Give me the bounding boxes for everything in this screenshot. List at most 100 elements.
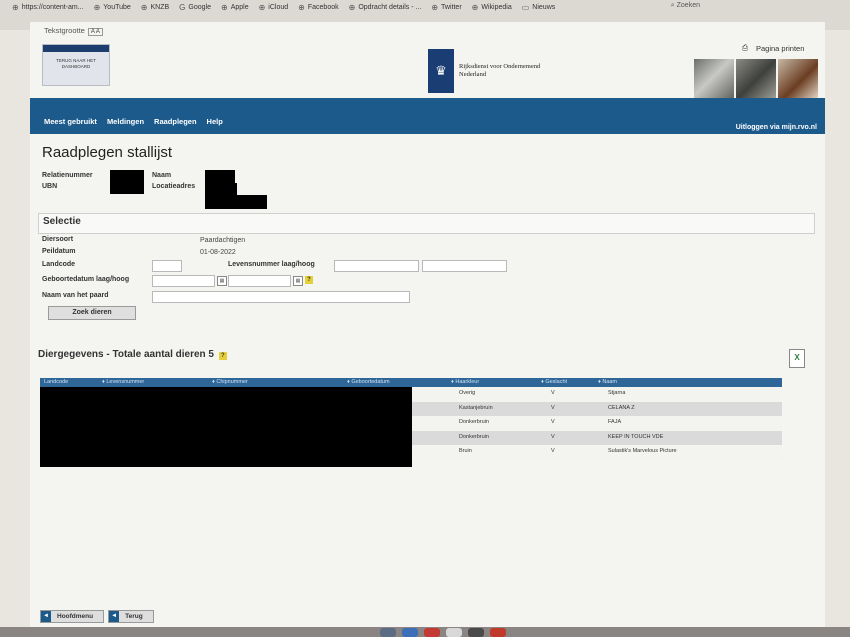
cell-geslacht: V <box>551 419 555 425</box>
locatieadres-label: Locatieadres <box>152 183 196 190</box>
print-page-link[interactable]: ⎙ Pagina printen <box>742 43 804 53</box>
globe-icon: ⊕ <box>298 3 305 12</box>
geboortedatum-high-input[interactable] <box>228 275 291 287</box>
geboortedatum-label: Geboortedatum laag/hoog <box>42 276 130 283</box>
bookmark-item[interactable]: ⊕ https://content-am... <box>12 3 84 12</box>
page-title: Raadplegen stallijst <box>42 144 173 161</box>
bookmark-item[interactable]: ▭ Nieuws <box>522 3 556 12</box>
bookmark-item[interactable]: ⊕ Wikipedia <box>472 3 512 12</box>
header-photo <box>778 59 818 101</box>
redacted-block <box>110 170 144 194</box>
logout-link[interactable]: Uitloggen via mijn.rvo.nl <box>736 124 817 131</box>
bookmark-item[interactable]: ⊕ KNZB <box>141 3 169 12</box>
rvo-logo: ♛ Rijksdienst voor Ondernemend Nederland <box>428 49 540 93</box>
nav-item-meldingen[interactable]: Meldingen <box>107 117 144 126</box>
diergegevens-section-header: Diergegevens - Totale aantal dieren 5 ? … <box>38 343 813 369</box>
landcode-label: Landcode <box>42 261 76 268</box>
table-header: Landcode ♦ Levensnummer ♦ Chipnummer ♦ G… <box>40 378 782 387</box>
cell-naam: FAJA <box>608 419 622 425</box>
nav-item-raadplegen[interactable]: Raadplegen <box>154 117 197 126</box>
back-to-dashboard-button[interactable]: TERUG NAAR HET DASHBOARD <box>42 44 110 86</box>
column-header-chipnummer[interactable]: ♦ Chipnummer <box>212 378 248 387</box>
relatienummer-label: Relatienummer <box>42 172 93 179</box>
main-nav: Meest gebruikt Meldingen Raadplegen Help… <box>30 98 825 134</box>
screenshot-root: ⊕ https://content-am... ⊕ YouTube ⊕ KNZB GG… <box>0 0 850 637</box>
bookmark-item[interactable]: ⊕ Twitter <box>431 3 461 12</box>
geboortedatum-low-input[interactable] <box>152 275 215 287</box>
cell-geslacht: V <box>551 448 555 454</box>
naam-paard-label: Naam van het paard <box>42 292 109 299</box>
redacted-block <box>205 195 267 209</box>
dock-icons <box>380 628 506 637</box>
diersoort-label: Diersoort <box>42 236 74 243</box>
logo-text: Rijksdienst voor Ondernemend Nederland <box>459 62 541 78</box>
cell-naam: CELANA Z <box>608 404 635 411</box>
globe-icon: ⊕ <box>93 3 101 12</box>
redacted-block <box>205 183 237 195</box>
cell-naam: KEEP IN TOUCH VDE <box>608 433 664 440</box>
help-icon[interactable]: ? <box>218 352 227 360</box>
calendar-icon[interactable]: ▦ <box>293 276 303 286</box>
help-icon[interactable]: ? <box>305 276 313 284</box>
search-icon: ⌕ <box>670 2 675 9</box>
zoek-dieren-button[interactable]: Zoek dieren <box>48 306 136 320</box>
cell-haarkleur: Bruin <box>459 448 472 454</box>
bookmark-item[interactable]: G Google <box>179 3 211 12</box>
folder-icon: ▭ <box>521 3 530 12</box>
nav-item-help[interactable]: Help <box>207 117 223 126</box>
cell-haarkleur: Kastanjebruin <box>459 404 493 411</box>
bookmark-item[interactable]: ⊕ iCloud <box>259 3 289 12</box>
levensnummer-label: Levensnummer laag/hoog <box>228 261 315 268</box>
column-header-naam[interactable]: ♦ Naam <box>598 378 617 387</box>
levensnummer-low-input[interactable] <box>334 260 419 272</box>
animal-table: Landcode ♦ Levensnummer ♦ Chipnummer ♦ G… <box>40 378 782 467</box>
arrow-left-icon: ◄ <box>109 611 120 622</box>
header-photo <box>694 59 734 101</box>
bookmark-item[interactable]: ⊕ YouTube <box>94 3 131 12</box>
text-size-control[interactable]: Tekstgrootte A A <box>44 26 103 36</box>
column-header-levensnummer[interactable]: ♦ Levensnummer <box>102 378 144 387</box>
globe-icon: ⊕ <box>471 3 479 12</box>
globe-icon: ⊕ <box>140 3 148 12</box>
globe-icon: ⊕ <box>431 3 439 12</box>
main-menu-button[interactable]: ◄ Hoofdmenu <box>40 610 105 623</box>
bookmark-item[interactable]: ⊕ Apple <box>221 3 249 12</box>
bookmark-item[interactable]: ⊕ Opdracht details - ... <box>349 3 422 12</box>
bookmark-item[interactable]: ⊕ Facebook <box>298 3 338 12</box>
cell-geslacht: V <box>551 404 555 411</box>
app-icon[interactable] <box>490 628 506 637</box>
cell-haarkleur: Donkerbruin <box>459 433 489 440</box>
cell-haarkleur: Donkerbruin <box>459 419 489 425</box>
nav-item-meest-gebruikt[interactable]: Meest gebruikt <box>44 117 97 126</box>
app-icon[interactable] <box>402 628 418 637</box>
globe-icon: ⊕ <box>348 3 356 12</box>
landcode-input[interactable] <box>152 260 182 272</box>
ubn-label: UBN <box>42 183 58 190</box>
levensnummer-high-input[interactable] <box>422 260 507 272</box>
column-header-haarkleur[interactable]: ♦ Haarkleur <box>451 378 479 387</box>
peildatum-label: Peildatum <box>42 248 76 255</box>
excel-export-icon[interactable]: X <box>789 349 805 368</box>
text-size-buttons[interactable]: A A <box>87 28 103 36</box>
column-header-landcode[interactable]: Landcode <box>44 378 68 387</box>
diersoort-value: Paardachtigen <box>200 237 246 244</box>
peildatum-value: 01-08-2022 <box>200 249 236 256</box>
redacted-block <box>40 387 412 467</box>
selectie-section-header: Selectie <box>38 213 815 234</box>
cell-naam: Stjarna <box>608 390 626 396</box>
naam-paard-input[interactable] <box>152 291 410 303</box>
back-button[interactable]: ◄ Terug <box>108 610 154 623</box>
column-header-geboortedatum[interactable]: ♦ Geboortedatum <box>347 378 390 387</box>
app-icon[interactable] <box>380 628 396 637</box>
button-strip <box>43 45 109 52</box>
google-icon: G <box>179 3 186 12</box>
header-photo <box>736 59 776 101</box>
column-header-geslacht[interactable]: ♦ Geslacht <box>541 378 567 387</box>
app-icon[interactable] <box>424 628 440 637</box>
app-icon[interactable] <box>468 628 484 637</box>
calendar-icon[interactable]: ▦ <box>217 276 227 286</box>
diergegevens-title: Diergegevens - Totale aantal dieren 5 ? <box>38 349 227 360</box>
app-icon[interactable] <box>446 628 462 637</box>
crown-emblem-icon: ♛ <box>428 49 454 93</box>
browser-search[interactable]: ⌕ Zoeken <box>671 2 700 10</box>
